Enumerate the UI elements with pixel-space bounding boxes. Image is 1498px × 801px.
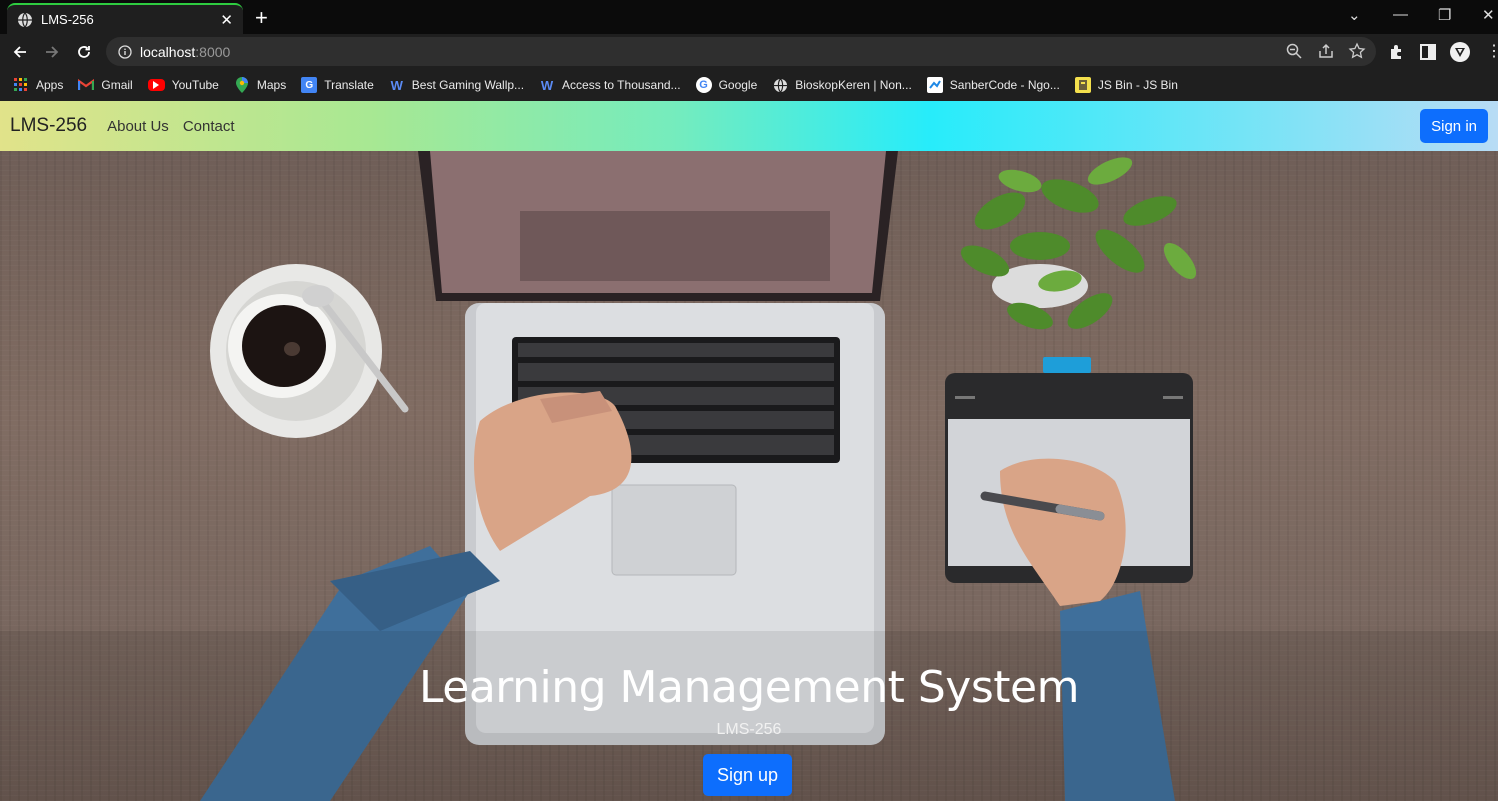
minimize-icon[interactable]: — bbox=[1393, 6, 1408, 23]
coffee-cup-image bbox=[210, 264, 409, 438]
address-bar[interactable]: localhost :8000 bbox=[106, 37, 1376, 66]
gmail-icon bbox=[78, 77, 95, 93]
back-icon[interactable] bbox=[9, 41, 31, 63]
bookmark-sanbercode[interactable]: SanberCode - Ngo... bbox=[926, 77, 1060, 93]
sanbercode-icon bbox=[926, 77, 943, 93]
browser-tab-active[interactable]: LMS-256 ✕ bbox=[7, 3, 243, 34]
hero-title: Learning Management System bbox=[419, 662, 1079, 713]
nav-link-contact[interactable]: Contact bbox=[183, 118, 235, 135]
bookmark-label: Access to Thousand... bbox=[562, 78, 681, 92]
tab-title: LMS-256 bbox=[41, 12, 94, 27]
site-info-icon[interactable] bbox=[118, 44, 132, 59]
address-host: localhost bbox=[140, 43, 196, 60]
globe-icon bbox=[18, 12, 32, 27]
close-window-icon[interactable]: ✕ bbox=[1482, 6, 1495, 24]
bookmark-label: SanberCode - Ngo... bbox=[949, 78, 1060, 92]
bookmark-label: Maps bbox=[256, 78, 287, 92]
bookmark-label: Gmail bbox=[101, 78, 133, 92]
address-port: :8000 bbox=[195, 43, 231, 60]
jsbin-icon bbox=[1074, 77, 1091, 93]
navbar-brand[interactable]: LMS-256 bbox=[10, 115, 87, 137]
apps-grid-icon bbox=[13, 77, 29, 93]
maps-icon bbox=[234, 77, 250, 93]
bookmark-google[interactable]: G Google bbox=[695, 77, 758, 93]
bookmark-label: Apps bbox=[36, 78, 64, 92]
site-navbar: LMS-256 About Us Contact Sign in bbox=[0, 101, 1498, 151]
new-tab-icon[interactable]: + bbox=[255, 5, 268, 31]
hero-section: Learning Management System LMS-256 Sign … bbox=[0, 151, 1498, 801]
close-tab-icon[interactable]: ✕ bbox=[220, 11, 233, 29]
side-panel-icon[interactable] bbox=[1418, 42, 1438, 62]
reload-icon[interactable] bbox=[73, 41, 95, 63]
bookmark-label: BioskopKeren | Non... bbox=[795, 78, 912, 92]
nav-link-about-us[interactable]: About Us bbox=[107, 118, 169, 135]
bookmark-best-gaming-wallpapers[interactable]: W Best Gaming Wallp... bbox=[389, 77, 524, 93]
translate-icon: G bbox=[301, 77, 318, 93]
youtube-icon bbox=[147, 79, 165, 91]
bookmark-youtube[interactable]: YouTube bbox=[147, 78, 219, 92]
bookmark-apps[interactable]: Apps bbox=[13, 77, 63, 93]
bookmark-translate[interactable]: G Translate bbox=[301, 77, 374, 93]
bookmark-bioskopkeren[interactable]: BioskopKeren | Non... bbox=[772, 77, 912, 93]
wallpaper-site-icon: W bbox=[390, 77, 403, 93]
wallpaper-site-icon: W bbox=[540, 77, 554, 93]
bookmark-label: Google bbox=[718, 78, 758, 92]
browser-menu-icon[interactable]: ⋮ bbox=[1486, 41, 1498, 61]
bookmark-star-icon[interactable] bbox=[1348, 42, 1366, 60]
browser-tab-strip: LMS-256 ✕ + ⌄ — ❐ ✕ bbox=[0, 0, 1498, 34]
google-icon: G bbox=[695, 77, 712, 93]
share-icon[interactable] bbox=[1317, 42, 1335, 60]
browser-toolbar: localhost :8000 ⋮ bbox=[0, 34, 1498, 69]
extensions-icon[interactable] bbox=[1387, 42, 1407, 62]
bookmark-label: Translate bbox=[324, 78, 374, 92]
tab-search-icon[interactable]: ⌄ bbox=[1348, 6, 1361, 24]
web-page: LMS-256 About Us Contact Sign in Learnin… bbox=[0, 101, 1498, 801]
bookmark-maps[interactable]: Maps bbox=[234, 77, 286, 93]
restore-icon[interactable]: ❐ bbox=[1438, 6, 1451, 24]
plant-image bbox=[960, 157, 1197, 330]
bookmark-label: Best Gaming Wallp... bbox=[411, 78, 525, 92]
bookmark-jsbin[interactable]: JS Bin - JS Bin bbox=[1074, 77, 1178, 93]
hero-subtitle: LMS-256 bbox=[716, 721, 782, 738]
bookmark-label: JS Bin - JS Bin bbox=[1097, 78, 1178, 92]
globe-icon bbox=[772, 77, 788, 93]
profile-avatar-icon[interactable] bbox=[1450, 42, 1470, 62]
forward-icon[interactable] bbox=[41, 41, 63, 63]
bookmark-gmail[interactable]: Gmail bbox=[78, 77, 133, 93]
bookmarks-bar: Apps Gmail YouTube Maps G Translate W Be… bbox=[0, 69, 1498, 101]
bookmark-label: YouTube bbox=[171, 78, 219, 92]
zoom-icon[interactable] bbox=[1285, 42, 1303, 60]
sign-in-button[interactable]: Sign in bbox=[1420, 109, 1488, 143]
sign-up-button[interactable]: Sign up bbox=[703, 754, 792, 796]
bookmark-access-to-thousand[interactable]: W Access to Thousand... bbox=[539, 77, 681, 93]
